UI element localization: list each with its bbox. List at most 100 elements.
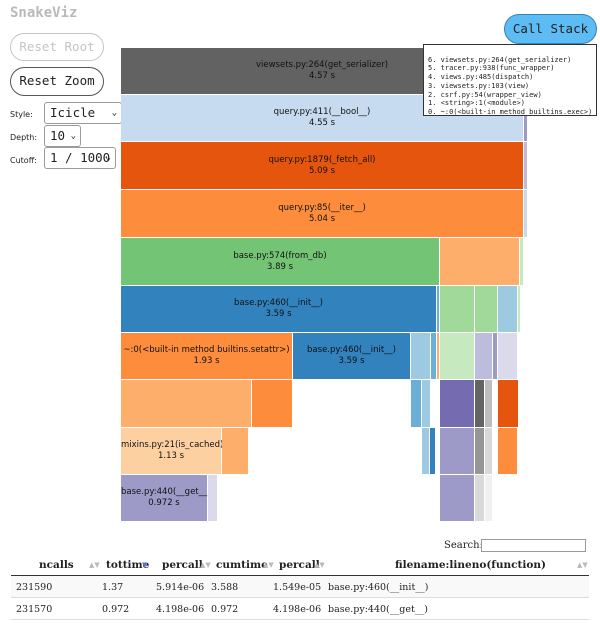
call-stack-button[interactable]: Call Stack xyxy=(504,14,597,44)
flame-block[interactable] xyxy=(222,428,249,475)
column-header-ncalls[interactable]: ncalls xyxy=(39,559,74,571)
flame-block-name: viewsets.py:264(get_serializer) xyxy=(255,60,389,70)
flame-block-name: query.py:411(__bool__) xyxy=(273,107,371,117)
cell-filename: base.py:460(__init__) xyxy=(328,582,429,593)
cell-filename: base.py:440(__get__) xyxy=(328,604,428,615)
flame-block[interactable] xyxy=(422,428,430,475)
flame-block[interactable] xyxy=(440,286,475,333)
flame-block-time: 1.93 s xyxy=(193,356,220,366)
flame-block[interactable] xyxy=(411,333,431,380)
call-stack-panel: 6. viewsets.py:264(get_serializer) 5. tra… xyxy=(423,44,597,116)
flame-block-time: 4.57 s xyxy=(308,71,336,81)
flame-block-time: 5.04 s xyxy=(308,213,336,224)
sort-icon: ▲▼ xyxy=(314,561,325,569)
depth-select[interactable]: 10 ⌄ xyxy=(44,125,81,147)
column-header-percall[interactable]: percall xyxy=(162,559,203,571)
flame-block[interactable] xyxy=(498,286,518,333)
call-stack-entry: 4. views.py:485(dispatch) xyxy=(428,73,534,82)
cell-ncalls: 231570 xyxy=(16,604,53,615)
flame-block[interactable] xyxy=(524,142,528,190)
flame-block-time: 3.59 s xyxy=(265,309,292,319)
flame-block[interactable] xyxy=(440,428,475,475)
cell-percall: 5.914e-06 xyxy=(156,582,205,593)
flame-block[interactable] xyxy=(485,428,493,475)
flame-block[interactable] xyxy=(520,238,524,286)
flame-block[interactable] xyxy=(518,286,521,333)
flame-block[interactable] xyxy=(475,428,485,475)
column-header-cumtime[interactable]: cumtime xyxy=(216,559,268,571)
flame-block[interactable] xyxy=(440,333,475,380)
chevron-down-icon: ⌄ xyxy=(105,153,111,163)
search-label: Search: xyxy=(444,540,483,551)
depth-label: Depth: xyxy=(10,133,38,142)
app-title: SnakeViz xyxy=(10,5,78,21)
flame-block[interactable] xyxy=(485,475,493,522)
reset-zoom-button[interactable]: Reset Zoom xyxy=(10,67,104,96)
flame-block-name: ~:0(<built-in method builtins.setattr>) xyxy=(123,345,290,355)
call-stack-entry: 3. viewsets.py:103(view) xyxy=(428,81,530,90)
column-header-filename[interactable]: filename:lineno(function) xyxy=(395,559,546,571)
flame-block[interactable] xyxy=(485,380,493,428)
cutoff-select[interactable]: 1 / 1000 ⌄ xyxy=(44,147,116,169)
chevron-down-icon: ⌄ xyxy=(70,131,76,141)
flame-block[interactable] xyxy=(430,428,436,475)
flame-block[interactable]: ~:0(<built-in method builtins.setattr>) 1… xyxy=(121,333,293,380)
flame-block[interactable] xyxy=(208,475,218,522)
flame-block-time: 4.55 s xyxy=(308,118,336,128)
flame-block[interactable] xyxy=(498,428,518,475)
cell-percall-cum: 4.198e-06 xyxy=(273,604,322,615)
call-stack-entry: 1. <string>:1(<module>) xyxy=(428,99,525,108)
flame-block[interactable] xyxy=(475,380,485,428)
flame-block[interactable] xyxy=(475,333,493,380)
style-select[interactable]: Icicle ⌄ xyxy=(44,102,122,124)
call-stack-entry: 5. tracer.py:938(func_wrapper) xyxy=(428,64,555,73)
flame-block-time: 0.972 s xyxy=(148,498,180,508)
sort-icon: ▲▼ xyxy=(89,561,100,569)
flame-block-name: base.py:460(__init__) xyxy=(307,345,396,355)
flame-block[interactable] xyxy=(252,380,293,428)
flame-block[interactable] xyxy=(411,380,422,428)
flame-block[interactable]: query.py:1879(_fetch_all) 5.09 s xyxy=(121,142,524,190)
flame-block[interactable]: base.py:574(from_db) 3.89 s xyxy=(121,238,440,286)
cell-percall-cum: 1.549e-05 xyxy=(273,582,322,593)
depth-select-value: 10 xyxy=(50,128,66,143)
table-row[interactable]: 231570 0.972 4.198e-06 0.972 4.198e-06 b… xyxy=(11,598,589,620)
style-select-value: Icicle xyxy=(50,105,96,120)
cell-percall: 4.198e-06 xyxy=(156,604,205,615)
flame-block-time: 5.09 s xyxy=(308,165,336,176)
flame-block-name: base.py:440(__get__) xyxy=(121,487,211,497)
table-header: ncalls ▲▼ tottime ▼ percall ▲▼ cumtime ▲… xyxy=(11,556,589,576)
sort-icon: ▲▼ xyxy=(577,561,588,569)
flame-block[interactable] xyxy=(524,190,528,238)
cell-ncalls: 231590 xyxy=(16,582,53,593)
cell-cumtime: 3.588 xyxy=(211,582,239,593)
cutoff-select-value: 1 / 1000 xyxy=(50,150,111,165)
sort-icon: ▲▼ xyxy=(200,561,211,569)
search-input[interactable] xyxy=(481,539,586,552)
icicle-chart[interactable]: viewsets.py:264(get_serializer) 4.57 s qu… xyxy=(121,48,531,526)
call-stack-entry: 0. ~:0(<built-in method builtins.exec>) xyxy=(428,107,593,116)
chevron-down-icon: ⌄ xyxy=(111,108,117,118)
flame-block-time: 3.89 s xyxy=(266,261,294,272)
flame-block-name: mixins.py:21(is_cached) xyxy=(121,440,224,450)
flame-block[interactable] xyxy=(475,286,498,333)
flame-block[interactable]: base.py:460(__init__) 3.59 s xyxy=(121,286,437,333)
flame-block[interactable]: base.py:460(__init__) 3.59 s xyxy=(293,333,411,380)
flame-block[interactable] xyxy=(440,380,475,428)
flame-block[interactable] xyxy=(440,475,475,522)
flame-block[interactable]: mixins.py:21(is_cached) 1.13 s xyxy=(121,428,224,475)
flame-block[interactable]: base.py:440(__get__) 0.972 s xyxy=(121,475,211,522)
flame-block[interactable] xyxy=(440,238,520,286)
flame-block[interactable] xyxy=(498,380,519,428)
flame-block[interactable] xyxy=(475,475,485,522)
cell-tottime: 0.972 xyxy=(102,604,130,615)
flame-block[interactable] xyxy=(422,380,431,428)
call-stack-entry: 2. csrf.py:54(wrapper_view) xyxy=(428,90,542,99)
reset-root-button[interactable]: Reset Root xyxy=(10,33,104,61)
flame-block[interactable]: query.py:85(__iter__) 5.04 s xyxy=(121,190,524,238)
stats-table: ncalls ▲▼ tottime ▼ percall ▲▼ cumtime ▲… xyxy=(11,556,589,620)
table-row[interactable]: 231590 1.37 5.914e-06 3.588 1.549e-05 ba… xyxy=(11,576,589,598)
flame-block[interactable] xyxy=(498,333,518,380)
flame-block[interactable] xyxy=(121,380,252,428)
flame-block-name: base.py:460(__init__) xyxy=(234,298,323,308)
